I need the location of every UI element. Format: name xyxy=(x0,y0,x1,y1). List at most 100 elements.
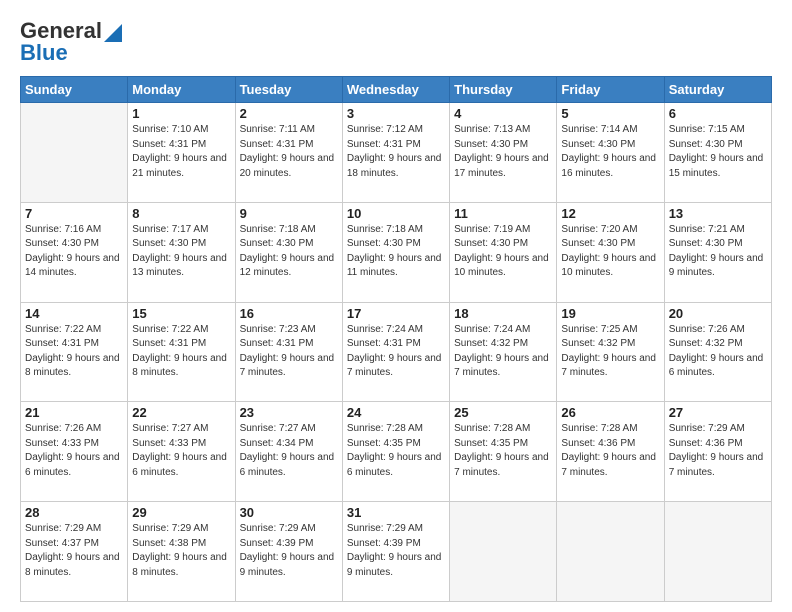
header: General Blue xyxy=(20,18,772,66)
calendar-day-cell: 2 Sunrise: 7:11 AMSunset: 4:31 PMDaylight… xyxy=(235,103,342,203)
day-info: Sunrise: 7:26 AMSunset: 4:33 PMDaylight:… xyxy=(25,422,123,480)
calendar-header-monday: Monday xyxy=(128,77,235,103)
calendar-week-row: 14 Sunrise: 7:22 AMSunset: 4:31 PMDayligh… xyxy=(21,302,772,402)
calendar-header-saturday: Saturday xyxy=(664,77,771,103)
day-info: Sunrise: 7:28 AMSunset: 4:36 PMDaylight:… xyxy=(561,422,659,480)
day-number: 13 xyxy=(669,206,767,221)
day-info: Sunrise: 7:22 AMSunset: 4:31 PMDaylight:… xyxy=(25,323,123,381)
calendar-day-cell: 3Sunrise: 7:12 AMSunset: 4:31 PMDaylight… xyxy=(342,103,449,203)
day-number: 10 xyxy=(347,206,445,221)
day-number: 12 xyxy=(561,206,659,221)
day-info: Sunrise: 7:28 AMSunset: 4:35 PMDaylight:… xyxy=(347,422,445,480)
day-number: 2 xyxy=(240,106,338,121)
calendar-day-cell: 24 Sunrise: 7:28 AMSunset: 4:35 PMDayligh… xyxy=(342,402,449,502)
day-info: Sunrise: 7:14 AMSunset: 4:30 PMDaylight:… xyxy=(561,123,659,181)
calendar-header-sunday: Sunday xyxy=(21,77,128,103)
day-number: 25 xyxy=(454,405,552,420)
calendar-day-cell: 15 Sunrise: 7:22 AMSunset: 4:31 PMDayligh… xyxy=(128,302,235,402)
day-number: 31 xyxy=(347,505,445,520)
day-number: 20 xyxy=(669,306,767,321)
day-info: Sunrise: 7:24 AMSunset: 4:31 PMDaylight:… xyxy=(347,323,445,381)
calendar-day-cell: 21 Sunrise: 7:26 AMSunset: 4:33 PMDayligh… xyxy=(21,402,128,502)
calendar-day-cell: 30Sunrise: 7:29 AMSunset: 4:39 PMDayligh… xyxy=(235,502,342,602)
calendar-day-cell: 29 Sunrise: 7:29 AMSunset: 4:38 PMDayligh… xyxy=(128,502,235,602)
day-number: 21 xyxy=(25,405,123,420)
day-number: 24 xyxy=(347,405,445,420)
calendar-day-cell: 12Sunrise: 7:20 AMSunset: 4:30 PMDayligh… xyxy=(557,202,664,302)
calendar-day-cell: 5 Sunrise: 7:14 AMSunset: 4:30 PMDaylight… xyxy=(557,103,664,203)
calendar-day-cell: 9 Sunrise: 7:18 AMSunset: 4:30 PMDaylight… xyxy=(235,202,342,302)
calendar-day-cell: 7 Sunrise: 7:16 AMSunset: 4:30 PMDaylight… xyxy=(21,202,128,302)
day-number: 9 xyxy=(240,206,338,221)
day-info: Sunrise: 7:16 AMSunset: 4:30 PMDaylight:… xyxy=(25,223,123,281)
calendar-week-row: 28 Sunrise: 7:29 AMSunset: 4:37 PMDayligh… xyxy=(21,502,772,602)
day-number: 16 xyxy=(240,306,338,321)
day-number: 11 xyxy=(454,206,552,221)
day-info: Sunrise: 7:26 AMSunset: 4:32 PMDaylight:… xyxy=(669,323,767,381)
calendar-table: SundayMondayTuesdayWednesdayThursdayFrid… xyxy=(20,76,772,602)
day-number: 22 xyxy=(132,405,230,420)
day-info: Sunrise: 7:23 AMSunset: 4:31 PMDaylight:… xyxy=(240,323,338,381)
day-number: 3 xyxy=(347,106,445,121)
calendar-day-cell: 26 Sunrise: 7:28 AMSunset: 4:36 PMDayligh… xyxy=(557,402,664,502)
calendar-day-cell: 20 Sunrise: 7:26 AMSunset: 4:32 PMDayligh… xyxy=(664,302,771,402)
calendar-day-cell: 27 Sunrise: 7:29 AMSunset: 4:36 PMDayligh… xyxy=(664,402,771,502)
day-info: Sunrise: 7:10 AMSunset: 4:31 PMDaylight:… xyxy=(132,123,230,181)
day-info: Sunrise: 7:18 AMSunset: 4:30 PMDaylight:… xyxy=(240,223,338,281)
day-info: Sunrise: 7:19 AMSunset: 4:30 PMDaylight:… xyxy=(454,223,552,281)
calendar-day-cell: 8 Sunrise: 7:17 AMSunset: 4:30 PMDaylight… xyxy=(128,202,235,302)
day-number: 17 xyxy=(347,306,445,321)
calendar-header-tuesday: Tuesday xyxy=(235,77,342,103)
day-number: 6 xyxy=(669,106,767,121)
calendar-day-cell: 17 Sunrise: 7:24 AMSunset: 4:31 PMDayligh… xyxy=(342,302,449,402)
calendar-header-wednesday: Wednesday xyxy=(342,77,449,103)
day-info: Sunrise: 7:29 AMSunset: 4:39 PMDaylight:… xyxy=(240,522,338,580)
day-info: Sunrise: 7:29 AMSunset: 4:37 PMDaylight:… xyxy=(25,522,123,580)
day-number: 7 xyxy=(25,206,123,221)
day-number: 15 xyxy=(132,306,230,321)
day-info: Sunrise: 7:28 AMSunset: 4:35 PMDaylight:… xyxy=(454,422,552,480)
calendar-day-cell: 10 Sunrise: 7:18 AMSunset: 4:30 PMDayligh… xyxy=(342,202,449,302)
calendar-day-cell: 23 Sunrise: 7:27 AMSunset: 4:34 PMDayligh… xyxy=(235,402,342,502)
day-info: Sunrise: 7:29 AMSunset: 4:36 PMDaylight:… xyxy=(669,422,767,480)
calendar-day-cell: 13 Sunrise: 7:21 AMSunset: 4:30 PMDayligh… xyxy=(664,202,771,302)
calendar-day-cell xyxy=(450,502,557,602)
day-info: Sunrise: 7:18 AMSunset: 4:30 PMDaylight:… xyxy=(347,223,445,281)
calendar-day-cell: 4Sunrise: 7:13 AMSunset: 4:30 PMDaylight… xyxy=(450,103,557,203)
calendar-header-friday: Friday xyxy=(557,77,664,103)
day-info: Sunrise: 7:11 AMSunset: 4:31 PMDaylight:… xyxy=(240,123,338,181)
day-info: Sunrise: 7:22 AMSunset: 4:31 PMDaylight:… xyxy=(132,323,230,381)
calendar-day-cell: 11 Sunrise: 7:19 AMSunset: 4:30 PMDayligh… xyxy=(450,202,557,302)
calendar-day-cell xyxy=(21,103,128,203)
day-number: 1 xyxy=(132,106,230,121)
day-number: 4 xyxy=(454,106,552,121)
day-info: Sunrise: 7:27 AMSunset: 4:34 PMDaylight:… xyxy=(240,422,338,480)
day-number: 19 xyxy=(561,306,659,321)
calendar-header-thursday: Thursday xyxy=(450,77,557,103)
day-number: 29 xyxy=(132,505,230,520)
calendar-week-row: 7 Sunrise: 7:16 AMSunset: 4:30 PMDaylight… xyxy=(21,202,772,302)
day-number: 8 xyxy=(132,206,230,221)
day-info: Sunrise: 7:29 AMSunset: 4:38 PMDaylight:… xyxy=(132,522,230,580)
day-number: 5 xyxy=(561,106,659,121)
day-number: 23 xyxy=(240,405,338,420)
day-number: 26 xyxy=(561,405,659,420)
calendar-day-cell: 22Sunrise: 7:27 AMSunset: 4:33 PMDayligh… xyxy=(128,402,235,502)
day-info: Sunrise: 7:17 AMSunset: 4:30 PMDaylight:… xyxy=(132,223,230,281)
calendar-day-cell: 19 Sunrise: 7:25 AMSunset: 4:32 PMDayligh… xyxy=(557,302,664,402)
day-info: Sunrise: 7:21 AMSunset: 4:30 PMDaylight:… xyxy=(669,223,767,281)
day-number: 14 xyxy=(25,306,123,321)
calendar-day-cell xyxy=(557,502,664,602)
day-number: 28 xyxy=(25,505,123,520)
calendar-day-cell: 28 Sunrise: 7:29 AMSunset: 4:37 PMDayligh… xyxy=(21,502,128,602)
logo-blue: Blue xyxy=(20,40,68,65)
calendar-day-cell: 6Sunrise: 7:15 AMSunset: 4:30 PMDaylight… xyxy=(664,103,771,203)
calendar-day-cell: 1 Sunrise: 7:10 AMSunset: 4:31 PMDaylight… xyxy=(128,103,235,203)
calendar-day-cell: 31Sunrise: 7:29 AMSunset: 4:39 PMDayligh… xyxy=(342,502,449,602)
calendar-day-cell: 16 Sunrise: 7:23 AMSunset: 4:31 PMDayligh… xyxy=(235,302,342,402)
calendar-day-cell: 18Sunrise: 7:24 AMSunset: 4:32 PMDayligh… xyxy=(450,302,557,402)
calendar-day-cell xyxy=(664,502,771,602)
day-info: Sunrise: 7:25 AMSunset: 4:32 PMDaylight:… xyxy=(561,323,659,381)
calendar-week-row: 1 Sunrise: 7:10 AMSunset: 4:31 PMDaylight… xyxy=(21,103,772,203)
day-number: 27 xyxy=(669,405,767,420)
